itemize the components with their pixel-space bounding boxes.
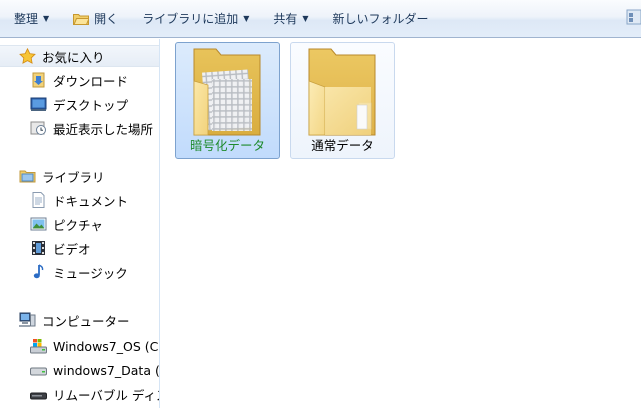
nav-favorites-label: お気に入り	[42, 49, 105, 65]
add-to-library-label: ライブラリに追加	[142, 12, 239, 26]
nav-item-label: ダウンロード	[53, 73, 129, 89]
nav-computer-label: コンピューター	[42, 313, 130, 329]
nav-item-label: リムーバブル ディス	[53, 387, 160, 403]
nav-item-recent-places[interactable]: 最近表示した場所	[0, 117, 153, 139]
computer-icon	[19, 312, 36, 328]
nav-favorites[interactable]: お気に入り	[0, 45, 159, 67]
folder-item-normal-data[interactable]: 通常データ	[290, 42, 395, 159]
nav-item-label: Windows7_OS (C:)	[53, 338, 160, 354]
dropdown-arrow-icon: ▼	[302, 14, 309, 23]
nav-item-drive-c[interactable]: Windows7_OS (C:)	[0, 335, 160, 357]
star-icon	[19, 47, 36, 64]
folder-icon	[308, 48, 376, 136]
dropdown-arrow-icon: ▼	[243, 14, 250, 23]
document-icon	[30, 192, 47, 208]
nav-item-label: ビデオ	[53, 241, 91, 257]
new-folder-button[interactable]: 新しいフォルダー	[325, 7, 437, 31]
nav-item-label: デスクトップ	[53, 97, 129, 113]
nav-item-label: 最近表示した場所	[53, 121, 154, 137]
download-folder-icon	[30, 72, 47, 88]
nav-libraries-label: ライブラリ	[42, 169, 105, 185]
nav-computer[interactable]: コンピューター	[0, 309, 159, 331]
removable-drive-icon	[30, 386, 47, 402]
nav-item-label: ドキュメント	[53, 193, 129, 209]
folder-open-icon	[73, 12, 90, 25]
add-to-library-button[interactable]: ライブラリに追加 ▼	[134, 7, 257, 31]
nav-item-documents[interactable]: ドキュメント	[0, 189, 128, 211]
navigation-pane: お気に入り ダウンロード デスクトップ 最近表示した場所 ライブラリ ドキュメン…	[0, 39, 160, 408]
open-button[interactable]: 開く	[65, 7, 126, 31]
nav-item-label: ピクチャ	[53, 217, 103, 233]
share-label: 共有	[273, 12, 298, 26]
nav-item-removable-drive[interactable]: リムーバブル ディス	[0, 383, 160, 405]
video-icon	[30, 240, 47, 256]
nav-item-desktop[interactable]: デスクトップ	[0, 93, 128, 115]
organize-label: 整理	[14, 12, 39, 26]
nav-item-downloads[interactable]: ダウンロード	[0, 69, 128, 91]
new-folder-label: 新しいフォルダー	[332, 12, 429, 26]
command-bar: 整理 ▼ 開く ライブラリに追加 ▼ 共有 ▼ 新しいフォルダー	[0, 0, 641, 38]
nav-item-pictures[interactable]: ピクチャ	[0, 213, 103, 235]
open-label: 開く	[94, 12, 119, 26]
music-icon	[30, 264, 47, 280]
nav-item-drive-data[interactable]: windows7_Data (G	[0, 359, 160, 381]
share-button[interactable]: 共有 ▼	[265, 7, 316, 31]
encrypted-folder-icon	[193, 48, 261, 136]
desktop-icon	[30, 96, 47, 112]
nav-item-videos[interactable]: ビデオ	[0, 237, 91, 259]
folder-item-encrypted-data[interactable]: 暗号化データ	[175, 42, 280, 159]
hard-drive-icon	[30, 362, 47, 378]
view-options-icon[interactable]	[623, 7, 641, 27]
folder-name: 通常データ	[311, 138, 374, 153]
organize-button[interactable]: 整理 ▼	[6, 7, 57, 31]
nav-item-label: windows7_Data (G	[53, 362, 160, 378]
nav-item-label: ミュージック	[53, 265, 128, 281]
file-list[interactable]: 暗号化データ 通常データ	[161, 39, 641, 408]
windows-drive-icon	[30, 338, 47, 354]
nav-item-music[interactable]: ミュージック	[0, 261, 128, 283]
picture-icon	[30, 216, 47, 232]
folder-name: 暗号化データ	[189, 138, 265, 153]
nav-libraries[interactable]: ライブラリ	[0, 165, 159, 187]
recent-places-icon	[30, 120, 47, 136]
library-icon	[19, 168, 36, 184]
dropdown-arrow-icon: ▼	[43, 14, 50, 23]
